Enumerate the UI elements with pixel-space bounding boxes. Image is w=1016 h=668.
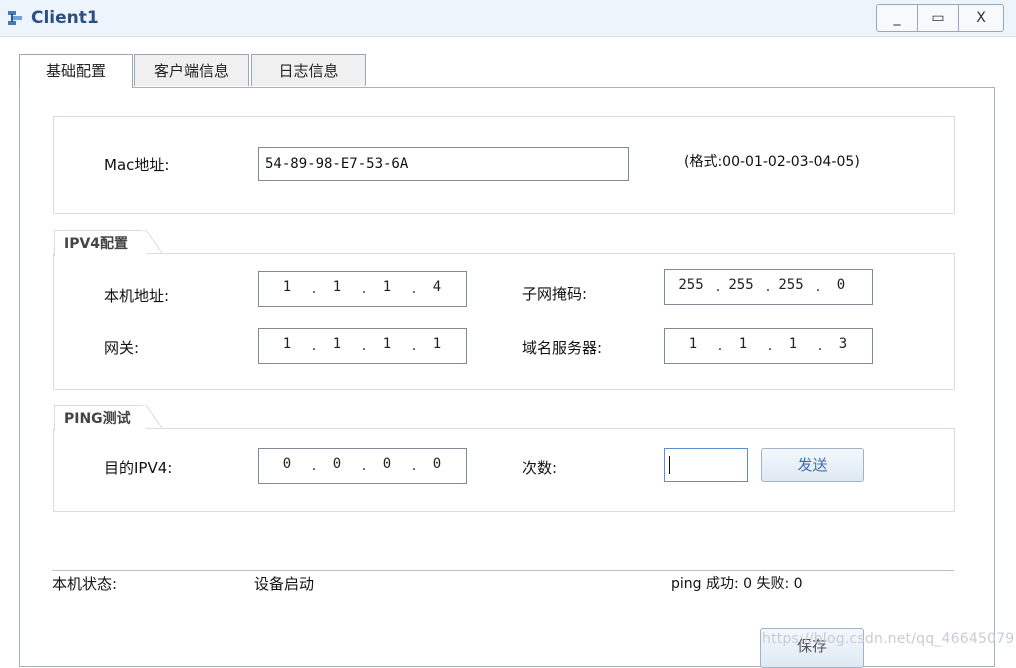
text-cursor bbox=[669, 456, 670, 474]
ip-dot: . bbox=[715, 279, 721, 295]
ip-octet[interactable]: 1 bbox=[777, 329, 809, 363]
send-button[interactable]: 发送 bbox=[761, 448, 864, 482]
gateway-label: 网关: bbox=[104, 339, 140, 357]
ip-dot: . bbox=[717, 338, 723, 354]
subnet-mask-label: 子网掩码: bbox=[522, 285, 588, 303]
ip-dot: . bbox=[411, 281, 417, 297]
ip-octet[interactable]: 4 bbox=[421, 272, 453, 306]
ip-octet[interactable]: 3 bbox=[827, 329, 859, 363]
status-divider bbox=[52, 570, 954, 571]
subnet-mask-input[interactable]: 255 . 255 . 255 . 0 bbox=[664, 269, 873, 305]
ip-dot: . bbox=[361, 281, 367, 297]
ip-dot: . bbox=[411, 458, 417, 474]
close-button[interactable]: X bbox=[958, 4, 1004, 32]
ip-octet[interactable]: 0 bbox=[421, 449, 453, 483]
ip-octet[interactable]: 1 bbox=[677, 329, 709, 363]
window-title: Client1 bbox=[31, 8, 99, 28]
mac-format-hint: (格式:00-01-02-03-04-05) bbox=[684, 154, 860, 170]
minimize-button[interactable]: _ bbox=[876, 4, 918, 32]
count-input[interactable] bbox=[664, 448, 748, 482]
ping-legend-tab-edge bbox=[141, 405, 163, 429]
ip-octet[interactable]: 0 bbox=[271, 449, 303, 483]
host-status-label: 本机状态: bbox=[52, 575, 118, 593]
ip-octet[interactable]: 1 bbox=[371, 272, 403, 306]
ip-octet[interactable]: 1 bbox=[371, 329, 403, 363]
close-icon: X bbox=[976, 10, 986, 26]
minimize-icon: _ bbox=[893, 10, 901, 26]
title-bar: Client1 _ ▭ X bbox=[0, 0, 1016, 37]
dest-ip-label: 目的IPV4: bbox=[104, 459, 173, 477]
ip-dot: . bbox=[311, 338, 317, 354]
mac-input[interactable]: 54-89-98-E7-53-6A bbox=[258, 147, 629, 181]
ip-octet[interactable]: 255 bbox=[775, 270, 807, 304]
ip-dot: . bbox=[411, 338, 417, 354]
ip-dot: . bbox=[311, 458, 317, 474]
tab-client-info[interactable]: 客户端信息 bbox=[134, 54, 249, 86]
maximize-button[interactable]: ▭ bbox=[917, 4, 959, 32]
ip-dot: . bbox=[361, 458, 367, 474]
ip-octet[interactable]: 1 bbox=[271, 329, 303, 363]
ip-octet[interactable]: 0 bbox=[371, 449, 403, 483]
dns-server-input[interactable]: 1 . 1 . 1 . 3 bbox=[664, 328, 873, 364]
dest-ip-input[interactable]: 0 . 0 . 0 . 0 bbox=[258, 448, 467, 484]
maximize-icon: ▭ bbox=[931, 10, 945, 26]
app-icon bbox=[8, 11, 22, 25]
ip-octet[interactable]: 255 bbox=[725, 270, 757, 304]
ip-dot: . bbox=[311, 281, 317, 297]
ip-octet[interactable]: 0 bbox=[825, 270, 857, 304]
count-label: 次数: bbox=[522, 459, 558, 477]
gateway-input[interactable]: 1 . 1 . 1 . 1 bbox=[258, 328, 467, 364]
ip-dot: . bbox=[817, 338, 823, 354]
ip-octet[interactable]: 1 bbox=[321, 272, 353, 306]
tab-log-info[interactable]: 日志信息 bbox=[251, 54, 366, 86]
ip-octet[interactable]: 0 bbox=[321, 449, 353, 483]
ipv4-legend-tab-edge bbox=[141, 230, 163, 254]
ipv4-legend: IPV4配置 bbox=[54, 230, 146, 256]
ip-octet[interactable]: 1 bbox=[727, 329, 759, 363]
local-ip-input[interactable]: 1 . 1 . 1 . 4 bbox=[258, 271, 467, 307]
host-status-value: 设备启动 bbox=[254, 575, 315, 593]
ip-dot: . bbox=[361, 338, 367, 354]
dns-server-label: 域名服务器: bbox=[522, 339, 603, 357]
ping-legend: PING测试 bbox=[54, 405, 146, 431]
ip-octet[interactable]: 255 bbox=[675, 270, 707, 304]
ip-octet[interactable]: 1 bbox=[321, 329, 353, 363]
window-controls: _ ▭ X bbox=[876, 4, 1004, 32]
mac-label: Mac地址: bbox=[104, 156, 170, 174]
local-ip-label: 本机地址: bbox=[104, 287, 170, 305]
ping-result-text: ping 成功: 0 失败: 0 bbox=[671, 576, 803, 592]
ip-dot: . bbox=[765, 279, 771, 295]
ip-dot: . bbox=[815, 279, 821, 295]
ip-dot: . bbox=[767, 338, 773, 354]
watermark-text: https://blog.csdn.net/qq_46645079 bbox=[762, 631, 1015, 647]
ip-octet[interactable]: 1 bbox=[421, 329, 453, 363]
tab-basic-config[interactable]: 基础配置 bbox=[19, 54, 133, 88]
ip-octet[interactable]: 1 bbox=[271, 272, 303, 306]
